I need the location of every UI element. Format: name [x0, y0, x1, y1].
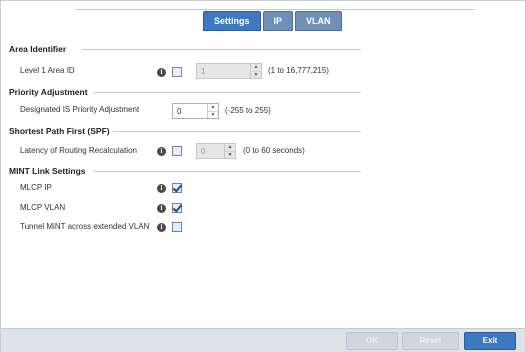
tab-ip[interactable]: IP [262, 11, 294, 31]
info-icon[interactable]: i [157, 68, 166, 77]
tab-settings[interactable]: Settings [203, 11, 261, 31]
priority-adjustment-heading: Priority Adjustment [9, 87, 88, 97]
mint-link-settings-heading: MINT Link Settings [9, 166, 86, 176]
dis-priority-spinner[interactable]: ▲▼ [172, 103, 219, 119]
info-icon[interactable]: i [157, 184, 166, 193]
tab-vlan[interactable]: VLAN [295, 11, 342, 31]
tunnel-mint-checkbox[interactable] [172, 222, 182, 232]
tab-bar: Settings IP VLAN [203, 11, 342, 31]
mlcp-ip-label: MLCP IP [20, 183, 52, 192]
spin-up-icon[interactable]: ▲ [208, 104, 218, 111]
mint-divider [93, 171, 361, 172]
area-identifier-heading: Area Identifier [9, 44, 67, 54]
level1-area-id-spinner[interactable]: ▲▼ [196, 63, 262, 79]
exit-button[interactable]: Exit [464, 332, 516, 350]
dialog-frame [0, 0, 526, 352]
spin-up-icon[interactable]: ▲ [251, 64, 261, 71]
ok-button[interactable]: OK [346, 332, 398, 350]
dis-priority-input[interactable] [173, 104, 207, 118]
mlcp-vlan-checkbox[interactable] [172, 203, 182, 213]
level1-area-id-checkbox[interactable] [172, 67, 182, 77]
latency-input[interactable] [197, 144, 224, 158]
spin-down-icon[interactable]: ▼ [208, 111, 218, 119]
latency-checkbox[interactable] [172, 146, 182, 156]
mlcp-vlan-label: MLCP VLAN [20, 203, 66, 212]
level1-area-id-range: (1 to 16,777,215) [268, 66, 329, 75]
spin-down-icon[interactable]: ▼ [225, 151, 235, 159]
top-divider [75, 9, 475, 10]
info-icon[interactable]: i [157, 204, 166, 213]
info-icon[interactable]: i [157, 223, 166, 232]
dis-priority-label: Designated IS Priority Adjustment [20, 105, 140, 114]
info-icon[interactable]: i [157, 147, 166, 156]
latency-range: (0 to 60 seconds) [243, 146, 305, 155]
spf-heading: Shortest Path First (SPF) [9, 126, 110, 136]
spin-up-icon[interactable]: ▲ [225, 144, 235, 151]
area-identifier-divider [82, 49, 361, 50]
dis-priority-range: (-255 to 255) [225, 106, 271, 115]
tunnel-mint-label: Tunnel MiNT across extended VLAN [20, 222, 150, 231]
spf-divider [113, 131, 361, 132]
latency-label: Latency of Routing Recalculation [20, 146, 137, 155]
reset-button[interactable]: Reset [402, 332, 459, 350]
latency-spinner[interactable]: ▲▼ [196, 143, 236, 159]
spin-down-icon[interactable]: ▼ [251, 71, 261, 79]
level1-area-id-input[interactable] [197, 64, 250, 78]
mlcp-ip-checkbox[interactable] [172, 183, 182, 193]
level1-area-id-label: Level 1 Area ID [20, 66, 75, 75]
priority-adjustment-divider [93, 92, 361, 93]
